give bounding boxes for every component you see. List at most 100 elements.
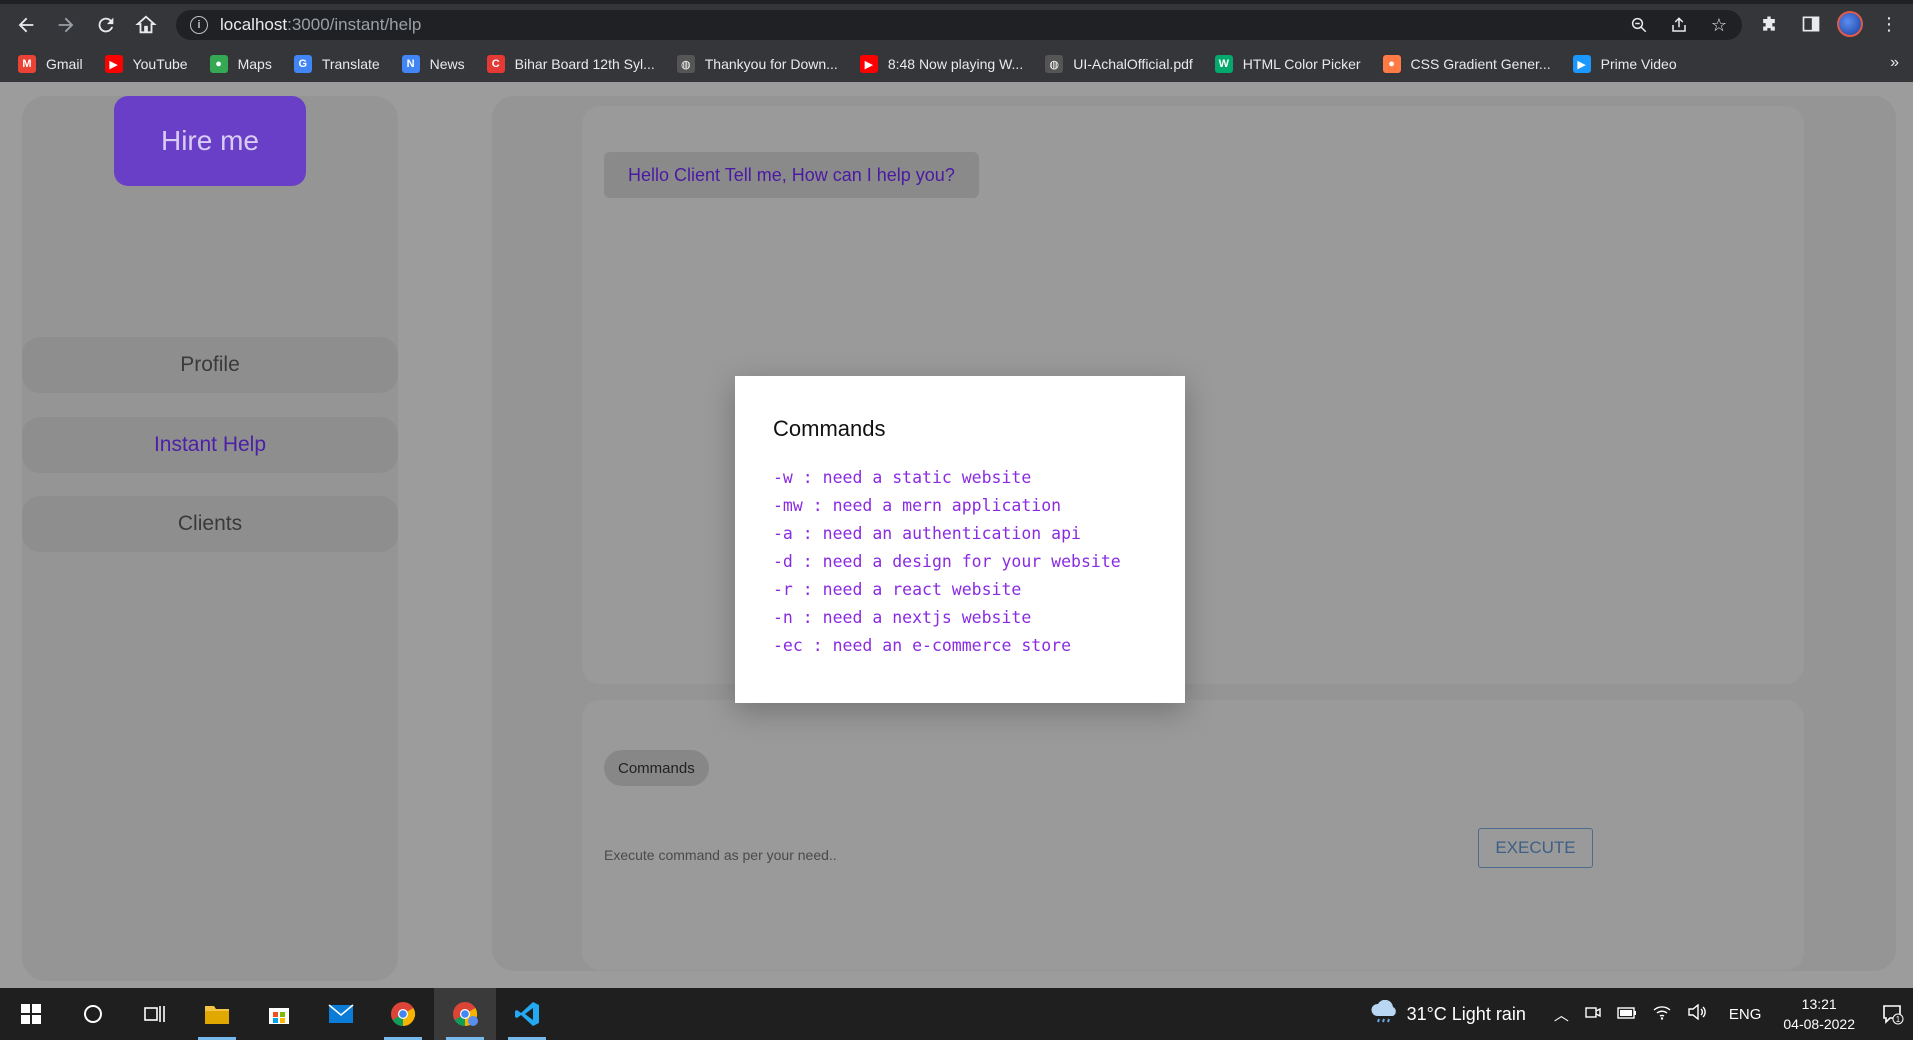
share-icon[interactable] [1666,13,1692,37]
bookmark-item[interactable]: ▶ 8:48 Now playing W... [859,55,1024,73]
mail-icon[interactable] [310,988,372,1040]
globe-icon: ◍ [676,55,695,73]
bookmark-item[interactable]: ● Maps [209,55,272,73]
vscode-icon[interactable] [496,988,558,1040]
cloud-rain-icon [1369,999,1399,1029]
bookmarks-overflow-icon[interactable]: » [1890,54,1899,72]
meet-now-icon[interactable] [1585,1004,1601,1024]
clock-time: 13:21 [1801,996,1837,1012]
w3schools-icon: W [1214,55,1233,73]
svg-text:1: 1 [1896,1015,1901,1024]
weather-text: 31°C Light rain [1406,1003,1526,1024]
chrome-icon[interactable] [372,988,434,1040]
bookmark-item[interactable]: W HTML Color Picker [1214,55,1361,73]
gmail-icon: M [18,55,36,73]
translate-icon: G [293,55,312,73]
bookmark-label: Maps [237,56,272,72]
main-area: Hello Client Tell me, How can I help you… [492,96,1896,971]
command-item: -mw : need a mern application [773,496,1062,515]
sidebar-item-instant-help[interactable]: Instant Help [22,417,398,473]
sidebar-item-profile[interactable]: Profile [22,337,398,393]
taskbar: 31°C Light rain ︿ ENG 13:21 04-08-2022 1 [0,988,1913,1040]
clock-date: 04-08-2022 [1783,1016,1855,1032]
execute-button[interactable]: EXECUTE [1478,828,1593,868]
bookmark-label: CSS Gradient Gener... [1410,56,1551,72]
bihar-board-icon: C [486,55,505,73]
bookmark-item[interactable]: C Bihar Board 12th Syl... [486,55,655,73]
bookmark-label: Prime Video [1600,56,1677,72]
chevron-up-icon[interactable]: ︿ [1554,1004,1569,1025]
address-bar[interactable]: i localhost:3000/instant/help ☆ [176,10,1742,40]
bookmark-label: Gmail [46,56,83,72]
chrome-profile-icon[interactable] [434,988,496,1040]
command-item: -d : need a design for your website [773,552,1121,571]
search-icon[interactable] [62,988,124,1040]
battery-icon[interactable] [1617,1006,1637,1023]
maps-icon: ● [209,55,228,73]
news-icon: N [401,55,420,73]
bookmark-item[interactable]: N News [401,55,465,73]
bookmark-star-icon[interactable]: ☆ [1706,13,1732,37]
volume-icon[interactable] [1687,1003,1707,1024]
command-input[interactable] [604,840,1404,870]
bookmark-item[interactable]: G Translate [293,55,380,73]
bookmark-item[interactable]: ◍ UI-AchalOfficial.pdf [1045,55,1193,73]
bookmark-label: YouTube [132,56,188,72]
command-item: -a : need an authentication api [773,524,1081,543]
youtube-icon: ▶ [859,55,878,73]
extensions-icon[interactable] [1753,8,1785,40]
profile-avatar[interactable] [1837,11,1863,37]
commands-chip[interactable]: Commands [604,750,709,786]
bookmark-item[interactable]: ◍ Thankyou for Down... [676,55,838,73]
command-panel: Commands EXECUTE [582,700,1804,970]
weather-widget[interactable]: 31°C Light rain [1369,999,1526,1029]
bookmark-label: Thankyou for Down... [704,56,838,72]
side-panel-icon[interactable] [1795,8,1827,40]
greeting-message: Hello Client Tell me, How can I help you… [604,152,979,198]
site-info-icon[interactable]: i [190,16,208,34]
bookmark-item[interactable]: ▶ Prime Video [1572,55,1677,73]
wifi-icon[interactable] [1653,1004,1671,1024]
bookmarks-bar: M Gmail ▶ YouTube ● Maps G Translate N News C Bihar… [0,46,1913,82]
prime-video-icon: ▶ [1572,55,1591,73]
back-icon[interactable] [6,5,46,45]
bookmark-item[interactable]: M Gmail [18,55,83,73]
task-view-icon[interactable] [124,988,186,1040]
bookmark-label: News [429,56,465,72]
language-indicator[interactable]: ENG [1729,1006,1762,1023]
command-item: -n : need a nextjs website [773,608,1032,627]
url-text[interactable]: localhost:3000/instant/help [220,15,421,35]
browser-toolbar: i localhost:3000/instant/help ☆ ⋮ [0,4,1913,46]
notification-center-icon[interactable]: 1 [1873,994,1913,1034]
zoom-icon[interactable] [1626,13,1652,37]
forward-icon[interactable] [46,5,86,45]
command-item: -ec : need an e-commerce store [773,636,1072,655]
bookmark-label: UI-AchalOfficial.pdf [1073,56,1193,72]
bookmark-item[interactable]: ● CSS Gradient Gener... [1382,55,1551,73]
system-tray: 31°C Light rain ︿ ENG 13:21 04-08-2022 1 [1369,988,1913,1040]
globe-icon: ◍ [1045,55,1064,73]
gradient-icon: ● [1382,55,1401,73]
sidebar: Hire me Profile Instant Help Clients [22,96,398,981]
commands-modal: Commands -w : need a static website -mw … [735,376,1185,703]
file-explorer-icon[interactable] [186,988,248,1040]
command-item: -w : need a static website [773,468,1032,487]
clock[interactable]: 13:21 04-08-2022 [1783,994,1855,1034]
home-icon[interactable] [126,5,166,45]
bookmark-item[interactable]: ▶ YouTube [104,55,188,73]
windows-start-icon[interactable] [0,988,62,1040]
reload-icon[interactable] [86,5,126,45]
sidebar-item-clients[interactable]: Clients [22,496,398,552]
bookmark-label: Bihar Board 12th Syl... [514,56,655,72]
bookmark-label: Translate [321,56,380,72]
hire-me-button[interactable]: Hire me [114,96,306,186]
menu-kebab-icon[interactable]: ⋮ [1873,8,1905,40]
bookmark-label: 8:48 Now playing W... [887,56,1024,72]
command-item: -r : need a react website [773,580,1022,599]
youtube-icon: ▶ [104,55,123,73]
bookmark-label: HTML Color Picker [1242,56,1361,72]
command-list: -w : need a static website -mw : need a … [773,464,1147,660]
page: Hire me Profile Instant Help Clients Hel… [0,82,1913,988]
modal-title: Commands [773,416,886,441]
microsoft-store-icon[interactable] [248,988,310,1040]
